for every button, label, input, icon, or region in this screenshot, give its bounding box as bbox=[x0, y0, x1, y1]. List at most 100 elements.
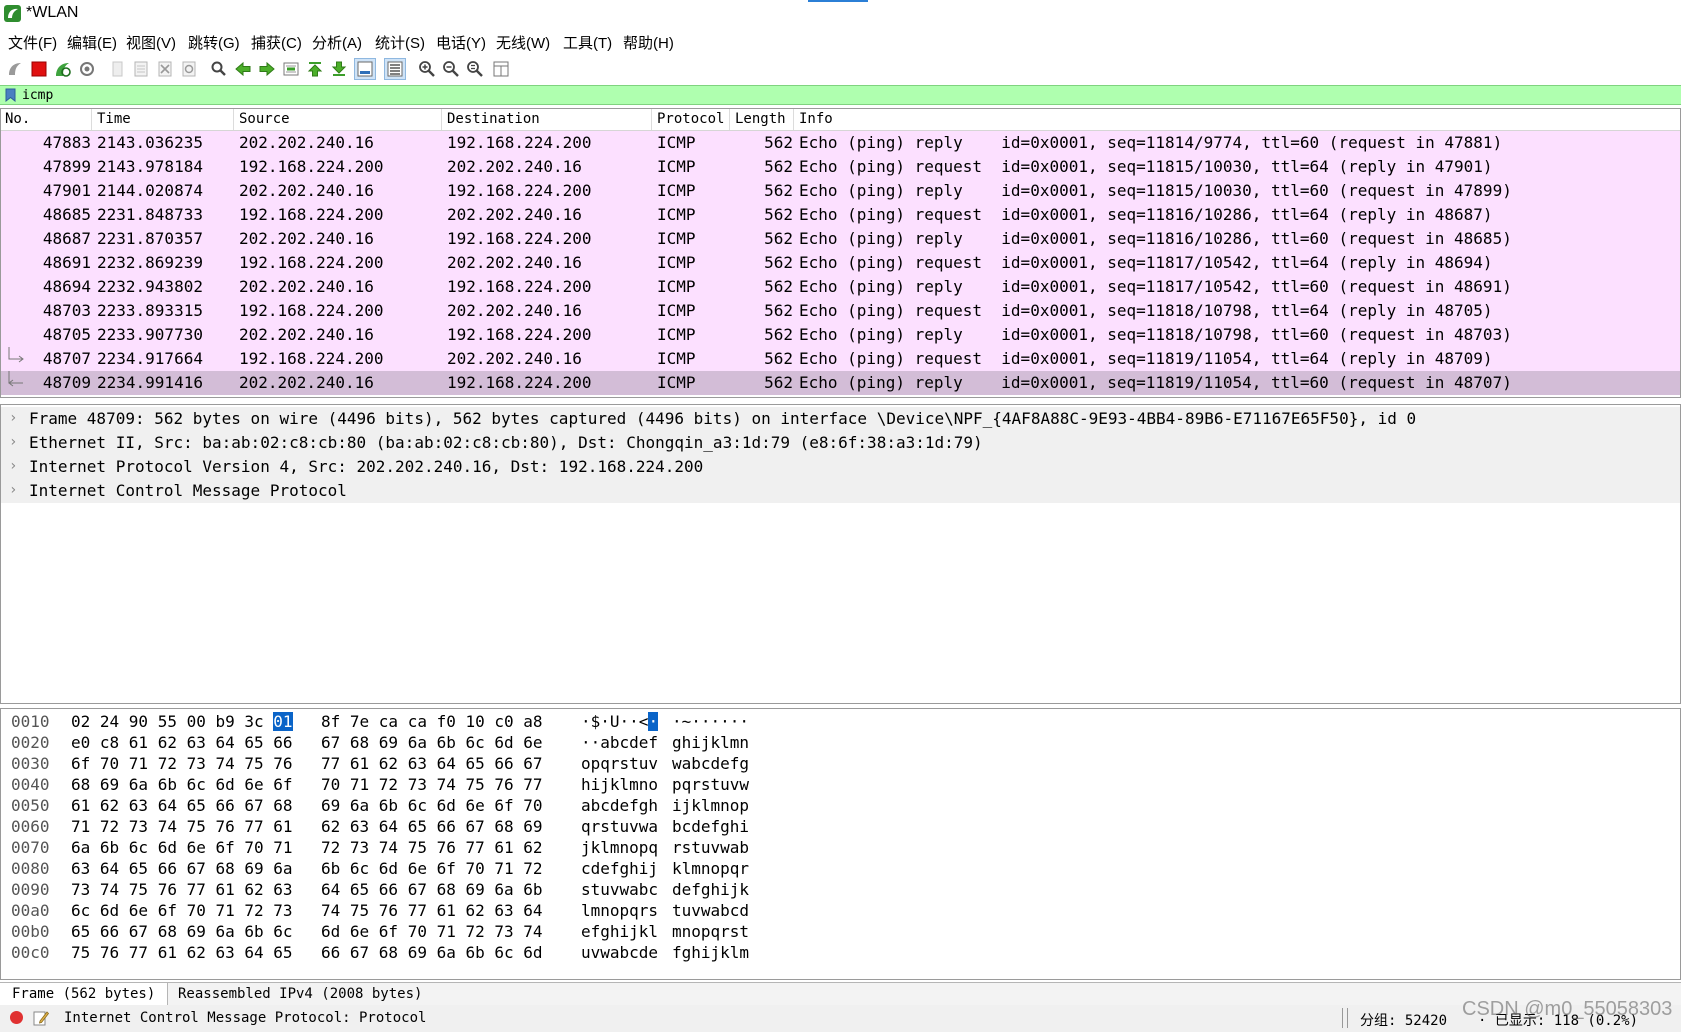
first-packet-icon[interactable] bbox=[304, 58, 326, 80]
menu-edit[interactable]: 编辑(E) bbox=[67, 32, 117, 53]
bytes-row[interactable]: 0040 68 69 6a 6b 6c 6d 6e 6f 70 71 72 73… bbox=[1, 774, 1680, 796]
display-filter-bar bbox=[0, 85, 1681, 105]
column-separator[interactable] bbox=[91, 109, 92, 130]
bytes-hex: 64 65 66 67 68 69 6a 6b bbox=[321, 880, 543, 899]
chevron-right-icon[interactable]: › bbox=[9, 410, 17, 426]
menu-analyze[interactable]: 分析(A) bbox=[312, 32, 362, 53]
bytes-row[interactable]: 0080 63 64 65 66 67 68 69 6a 6b 6c 6d 6e… bbox=[1, 858, 1680, 880]
cell-source: 192.168.224.200 bbox=[239, 301, 384, 320]
tree-item-frame[interactable]: › Frame 48709: 562 bytes on wire (4496 b… bbox=[1, 407, 1680, 431]
menu-go[interactable]: 跳转(G) bbox=[188, 32, 240, 53]
ascii-selected-byte[interactable]: · bbox=[648, 712, 659, 731]
cell-protocol: ICMP bbox=[657, 229, 696, 248]
bytes-row[interactable]: 0050 61 62 63 64 65 66 67 68 69 6a 6b 6c… bbox=[1, 795, 1680, 817]
menu-tools[interactable]: 工具(T) bbox=[563, 32, 612, 53]
packet-row-selected[interactable]: 48709 2234.991416 202.202.240.16 192.168… bbox=[1, 371, 1680, 395]
bytes-ascii: efghijkl bbox=[581, 922, 659, 941]
bytes-row[interactable]: 00c0 75 76 77 61 62 63 64 65 66 67 68 69… bbox=[1, 942, 1680, 964]
menu-view[interactable]: 视图(V) bbox=[126, 32, 176, 53]
bytes-row[interactable]: 0020 e0 c8 61 62 63 64 65 66 67 68 69 6a… bbox=[1, 732, 1680, 754]
bytes-offset: 0050 bbox=[11, 796, 50, 815]
packet-row[interactable]: 47901 2144.020874 202.202.240.16 192.168… bbox=[1, 179, 1680, 203]
menu-help[interactable]: 帮助(H) bbox=[623, 32, 674, 53]
chevron-right-icon[interactable]: › bbox=[9, 482, 17, 498]
go-back-icon[interactable] bbox=[232, 58, 254, 80]
stop-capture-icon[interactable] bbox=[28, 58, 50, 80]
bytes-row[interactable]: 0060 71 72 73 74 75 76 77 61 62 63 64 65… bbox=[1, 816, 1680, 838]
menu-file[interactable]: 文件(F) bbox=[8, 32, 57, 53]
packet-row[interactable]: 47883 2143.036235 202.202.240.16 192.168… bbox=[1, 131, 1680, 155]
start-capture-icon[interactable] bbox=[4, 58, 26, 80]
packet-row[interactable]: 48687 2231.870357 202.202.240.16 192.168… bbox=[1, 227, 1680, 251]
cell-protocol: ICMP bbox=[657, 133, 696, 152]
filter-bookmark-icon[interactable] bbox=[5, 88, 16, 102]
menu-capture[interactable]: 捕获(C) bbox=[251, 32, 302, 53]
bytes-hex: 72 73 74 75 76 77 61 62 bbox=[321, 838, 543, 857]
col-header-protocol[interactable]: Protocol bbox=[657, 111, 724, 129]
last-packet-icon[interactable] bbox=[328, 58, 350, 80]
packet-row[interactable]: 48707 2234.917664 192.168.224.200 202.20… bbox=[1, 347, 1680, 371]
column-separator[interactable] bbox=[651, 109, 652, 130]
chevron-right-icon[interactable]: › bbox=[9, 434, 17, 450]
bytes-offset: 0060 bbox=[11, 817, 50, 836]
col-header-no[interactable]: No. bbox=[5, 111, 30, 129]
colorize-icon[interactable] bbox=[384, 58, 406, 80]
bytes-row[interactable]: 0010 02 24 90 55 00 b9 3c 01 8f 7e ca ca… bbox=[1, 711, 1680, 733]
save-file-icon[interactable] bbox=[130, 58, 152, 80]
open-file-icon[interactable] bbox=[106, 58, 128, 80]
packet-row[interactable]: 48705 2233.907730 202.202.240.16 192.168… bbox=[1, 323, 1680, 347]
status-divider[interactable] bbox=[1342, 1008, 1348, 1028]
menu-wireless[interactable]: 无线(W) bbox=[496, 32, 550, 53]
column-separator[interactable] bbox=[441, 109, 442, 130]
display-filter-input[interactable] bbox=[22, 86, 1662, 104]
cell-length: 562 bbox=[764, 373, 793, 392]
ascii-part: ·$·U··< bbox=[581, 712, 649, 731]
hex-selected-byte[interactable]: 01 bbox=[273, 712, 293, 731]
col-header-time[interactable]: Time bbox=[97, 111, 131, 129]
auto-scroll-icon[interactable] bbox=[354, 58, 376, 80]
zoom-normal-icon[interactable] bbox=[464, 58, 486, 80]
find-packet-icon[interactable] bbox=[208, 58, 230, 80]
column-separator[interactable] bbox=[729, 109, 730, 130]
bytes-row[interactable]: 0030 6f 70 71 72 73 74 75 76 77 61 62 63… bbox=[1, 753, 1680, 775]
cell-protocol: ICMP bbox=[657, 157, 696, 176]
tree-item-ethernet[interactable]: › Ethernet II, Src: ba:ab:02:c8:cb:80 (b… bbox=[1, 431, 1680, 455]
status-packet-count: 分组: 52420 bbox=[1360, 1013, 1448, 1029]
bytes-row[interactable]: 00a0 6c 6d 6e 6f 70 71 72 73 74 75 76 77… bbox=[1, 900, 1680, 922]
zoom-out-icon[interactable] bbox=[440, 58, 462, 80]
capture-options-icon[interactable] bbox=[76, 58, 98, 80]
edit-comment-icon[interactable] bbox=[32, 1009, 50, 1027]
close-file-icon[interactable] bbox=[154, 58, 176, 80]
bytes-ascii: stuvwabc bbox=[581, 880, 659, 899]
go-forward-icon[interactable] bbox=[256, 58, 278, 80]
zoom-in-icon[interactable] bbox=[416, 58, 438, 80]
restart-capture-icon[interactable] bbox=[52, 58, 74, 80]
bytes-row[interactable]: 0090 73 74 75 76 77 61 62 63 64 65 66 67… bbox=[1, 879, 1680, 901]
menu-statistics[interactable]: 统计(S) bbox=[375, 32, 425, 53]
resize-columns-icon[interactable] bbox=[490, 58, 512, 80]
expert-info-icon[interactable] bbox=[10, 1011, 23, 1024]
bytes-row[interactable]: 0070 6a 6b 6c 6d 6e 6f 70 71 72 73 74 75… bbox=[1, 837, 1680, 859]
column-separator[interactable] bbox=[793, 109, 794, 130]
packet-row[interactable]: 48703 2233.893315 192.168.224.200 202.20… bbox=[1, 299, 1680, 323]
menu-telephony[interactable]: 电话(Y) bbox=[436, 32, 486, 53]
bytes-offset: 0070 bbox=[11, 838, 50, 857]
packet-row[interactable]: 48685 2231.848733 192.168.224.200 202.20… bbox=[1, 203, 1680, 227]
column-separator[interactable] bbox=[233, 109, 234, 130]
tab-reassembled-ipv4[interactable]: Reassembled IPv4 (2008 bytes) bbox=[166, 983, 434, 1005]
reload-file-icon[interactable] bbox=[178, 58, 200, 80]
tree-item-ipv4[interactable]: › Internet Protocol Version 4, Src: 202.… bbox=[1, 455, 1680, 479]
packet-row[interactable]: 48691 2232.869239 192.168.224.200 202.20… bbox=[1, 251, 1680, 275]
packet-row[interactable]: 48694 2232.943802 202.202.240.16 192.168… bbox=[1, 275, 1680, 299]
col-header-destination[interactable]: Destination bbox=[447, 111, 540, 129]
tab-frame-bytes[interactable]: Frame (562 bytes) bbox=[0, 983, 169, 1005]
tree-item-icmp[interactable]: › Internet Control Message Protocol bbox=[1, 479, 1680, 503]
col-header-info[interactable]: Info bbox=[799, 111, 833, 129]
go-to-packet-icon[interactable] bbox=[280, 58, 302, 80]
chevron-right-icon[interactable]: › bbox=[9, 458, 17, 474]
packet-row[interactable]: 47899 2143.978184 192.168.224.200 202.20… bbox=[1, 155, 1680, 179]
col-header-source[interactable]: Source bbox=[239, 111, 290, 129]
col-header-length[interactable]: Length bbox=[735, 111, 786, 129]
bytes-hex: 62 63 64 65 66 67 68 69 bbox=[321, 817, 543, 836]
bytes-row[interactable]: 00b0 65 66 67 68 69 6a 6b 6c 6d 6e 6f 70… bbox=[1, 921, 1680, 943]
